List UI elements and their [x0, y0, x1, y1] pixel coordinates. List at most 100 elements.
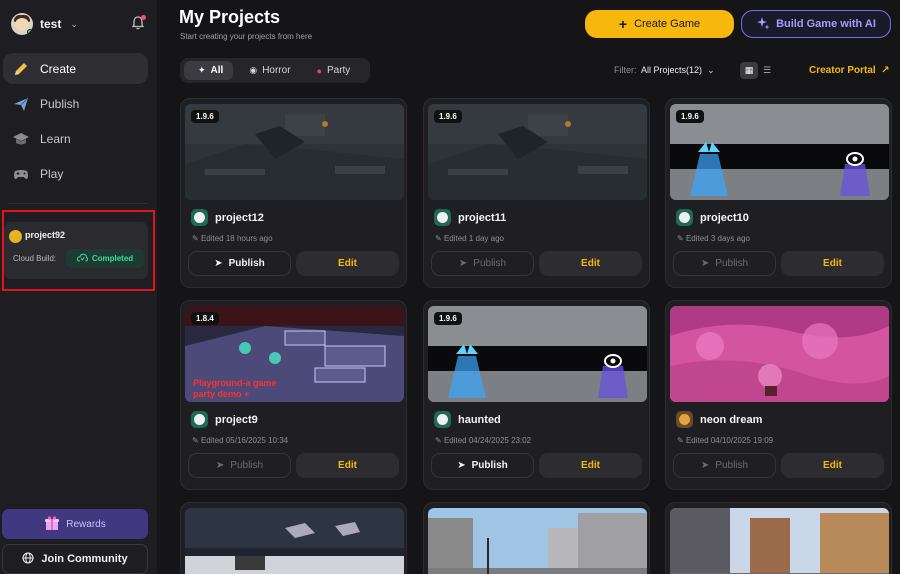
- pencil-small-icon: ✎: [677, 234, 686, 243]
- edit-button[interactable]: Edit: [781, 251, 884, 276]
- divider: [8, 203, 148, 204]
- sidebar-item-create[interactable]: Create: [3, 53, 148, 84]
- edited-time: ✎ Edited 1 day ago: [435, 234, 504, 243]
- edit-button[interactable]: Edit: [296, 453, 399, 478]
- cloud-check-icon: [76, 253, 88, 264]
- status-badge: Completed: [66, 249, 144, 268]
- edit-button[interactable]: Edit: [539, 453, 642, 478]
- sidebar-item-learn[interactable]: Learn: [3, 123, 148, 154]
- tab-horror[interactable]: ◉ Horror: [235, 61, 300, 80]
- plus-icon: +: [618, 16, 628, 32]
- cloud-build-project-name: project92: [25, 230, 66, 240]
- edit-button[interactable]: Edit: [781, 453, 884, 478]
- project-thumbnail[interactable]: [670, 508, 889, 574]
- sidebar-item-label: Create: [40, 61, 77, 76]
- graduation-icon: [11, 129, 31, 149]
- project-thumbnail[interactable]: [428, 508, 647, 574]
- filter-label: Filter:: [614, 65, 637, 75]
- project-filter[interactable]: Filter: All Projects(12) ⌄: [614, 65, 715, 76]
- sidebar-item-publish[interactable]: Publish: [3, 88, 148, 119]
- publish-label: Publish: [715, 460, 749, 471]
- cloud-build-card[interactable]: project92 Cloud Build: Completed: [4, 222, 148, 279]
- project-card[interactable]: Playground-a game party demo + 1.8.4 pro…: [180, 300, 407, 490]
- pencil-icon: [11, 59, 31, 79]
- project-card[interactable]: [665, 502, 892, 574]
- project-thumbnail[interactable]: 1.9.6: [185, 104, 404, 200]
- tab-party[interactable]: ● Party: [303, 61, 361, 80]
- project-name: project11: [458, 212, 507, 224]
- notification-bell-icon[interactable]: [130, 15, 146, 31]
- publish-label: Publish: [715, 258, 749, 269]
- version-badge: 1.8.4: [191, 312, 219, 325]
- skull-icon: ◉: [249, 65, 258, 75]
- project-card[interactable]: [423, 502, 650, 574]
- balloons-icon: ●: [316, 65, 322, 76]
- project-thumbnail[interactable]: 1.9.6: [428, 104, 647, 200]
- project-thumbnail[interactable]: [185, 508, 404, 574]
- send-icon: ➤: [458, 258, 468, 269]
- project-name: haunted: [458, 414, 501, 426]
- publish-button[interactable]: ➤ Publish: [188, 453, 291, 478]
- rewards-label: Rewards: [66, 518, 106, 530]
- project-card[interactable]: 1.9.6 project12 ✎ Edited 18 hours ago ➤ …: [180, 98, 407, 288]
- project-type-icon: [434, 411, 451, 428]
- filter-value: All Projects(12): [641, 65, 703, 75]
- version-badge: 1.9.6: [434, 312, 462, 325]
- page-subtitle: Start creating your projects from here: [180, 32, 313, 41]
- page-title: My Projects: [179, 7, 281, 27]
- build-with-ai-button[interactable]: Build Game with AI: [741, 10, 891, 38]
- project-name: project9: [215, 414, 258, 426]
- project-card[interactable]: [180, 502, 407, 574]
- project-thumbnail[interactable]: 1.9.6: [428, 306, 647, 402]
- version-badge: 1.9.6: [676, 110, 704, 123]
- project-card[interactable]: 1.9.6 haunted ✎ Edited 04/24/2025 23:02 …: [423, 300, 650, 490]
- tab-label: Party: [326, 65, 351, 76]
- avatar[interactable]: [11, 13, 33, 35]
- tab-label: Horror: [262, 65, 291, 76]
- user-name: test: [40, 17, 62, 31]
- sidebar-item-play[interactable]: Play: [3, 158, 148, 189]
- list-view-icon[interactable]: ☰: [758, 62, 776, 79]
- publish-label: Publish: [228, 258, 265, 269]
- gift-icon: [44, 515, 60, 534]
- svg-text:Playground-a game: Playground-a game: [193, 378, 277, 388]
- publish-label: Publish: [230, 460, 264, 471]
- tab-label: All: [210, 65, 224, 76]
- user-menu[interactable]: test ⌄: [11, 13, 78, 35]
- tab-all[interactable]: ✦ All: [184, 61, 234, 80]
- sidebar-item-label: Play: [40, 166, 64, 181]
- creator-portal-link[interactable]: Creator Portal ↗: [809, 65, 890, 76]
- project-thumbnail[interactable]: 1.9.6: [670, 104, 889, 200]
- pencil-small-icon: ✎: [192, 436, 201, 445]
- pencil-small-icon: ✎: [192, 234, 201, 243]
- arrow-up-right-icon: ↗: [878, 65, 890, 76]
- sidebar-nav: Create Publish Learn Play: [3, 53, 148, 193]
- project-card[interactable]: 1.9.6 project11 ✎ Edited 1 day ago ➤ Pub…: [423, 98, 650, 288]
- send-icon: [11, 94, 31, 114]
- create-game-button[interactable]: + Create Game: [585, 10, 734, 38]
- rewards-button[interactable]: Rewards: [2, 509, 148, 539]
- create-game-label: Create Game: [634, 18, 701, 30]
- edit-button[interactable]: Edit: [296, 251, 399, 276]
- publish-button[interactable]: ➤ Publish: [431, 251, 534, 276]
- project-card[interactable]: 1.9.6 project10 ✎ Edited 3 days ago ➤ Pu…: [665, 98, 892, 288]
- project-type-icon: [191, 411, 208, 428]
- publish-button[interactable]: ➤ Publish: [673, 453, 776, 478]
- publish-button[interactable]: ➤ Publish: [188, 251, 291, 276]
- edited-time: ✎ Edited 04/24/2025 23:02: [435, 436, 532, 445]
- project-thumbnail[interactable]: [670, 306, 889, 402]
- publish-button[interactable]: ➤ Publish: [431, 453, 534, 478]
- version-badge: 1.9.6: [434, 110, 462, 123]
- project-thumbnail[interactable]: Playground-a game party demo + 1.8.4: [185, 306, 404, 402]
- build-with-ai-label: Build Game with AI: [776, 18, 876, 30]
- creator-portal-label: Creator Portal: [809, 65, 876, 76]
- grid-view-icon[interactable]: ▦: [740, 62, 758, 79]
- edit-button[interactable]: Edit: [539, 251, 642, 276]
- edited-time: ✎ Edited 3 days ago: [677, 234, 750, 243]
- send-icon: ➤: [700, 258, 710, 269]
- join-community-button[interactable]: Join Community: [2, 544, 148, 574]
- publish-button[interactable]: ➤ Publish: [673, 251, 776, 276]
- project-name: neon dream: [700, 414, 763, 426]
- project-card[interactable]: neon dream ✎ Edited 04/10/2025 19:09 ➤ P…: [665, 300, 892, 490]
- send-icon: ➤: [214, 258, 223, 269]
